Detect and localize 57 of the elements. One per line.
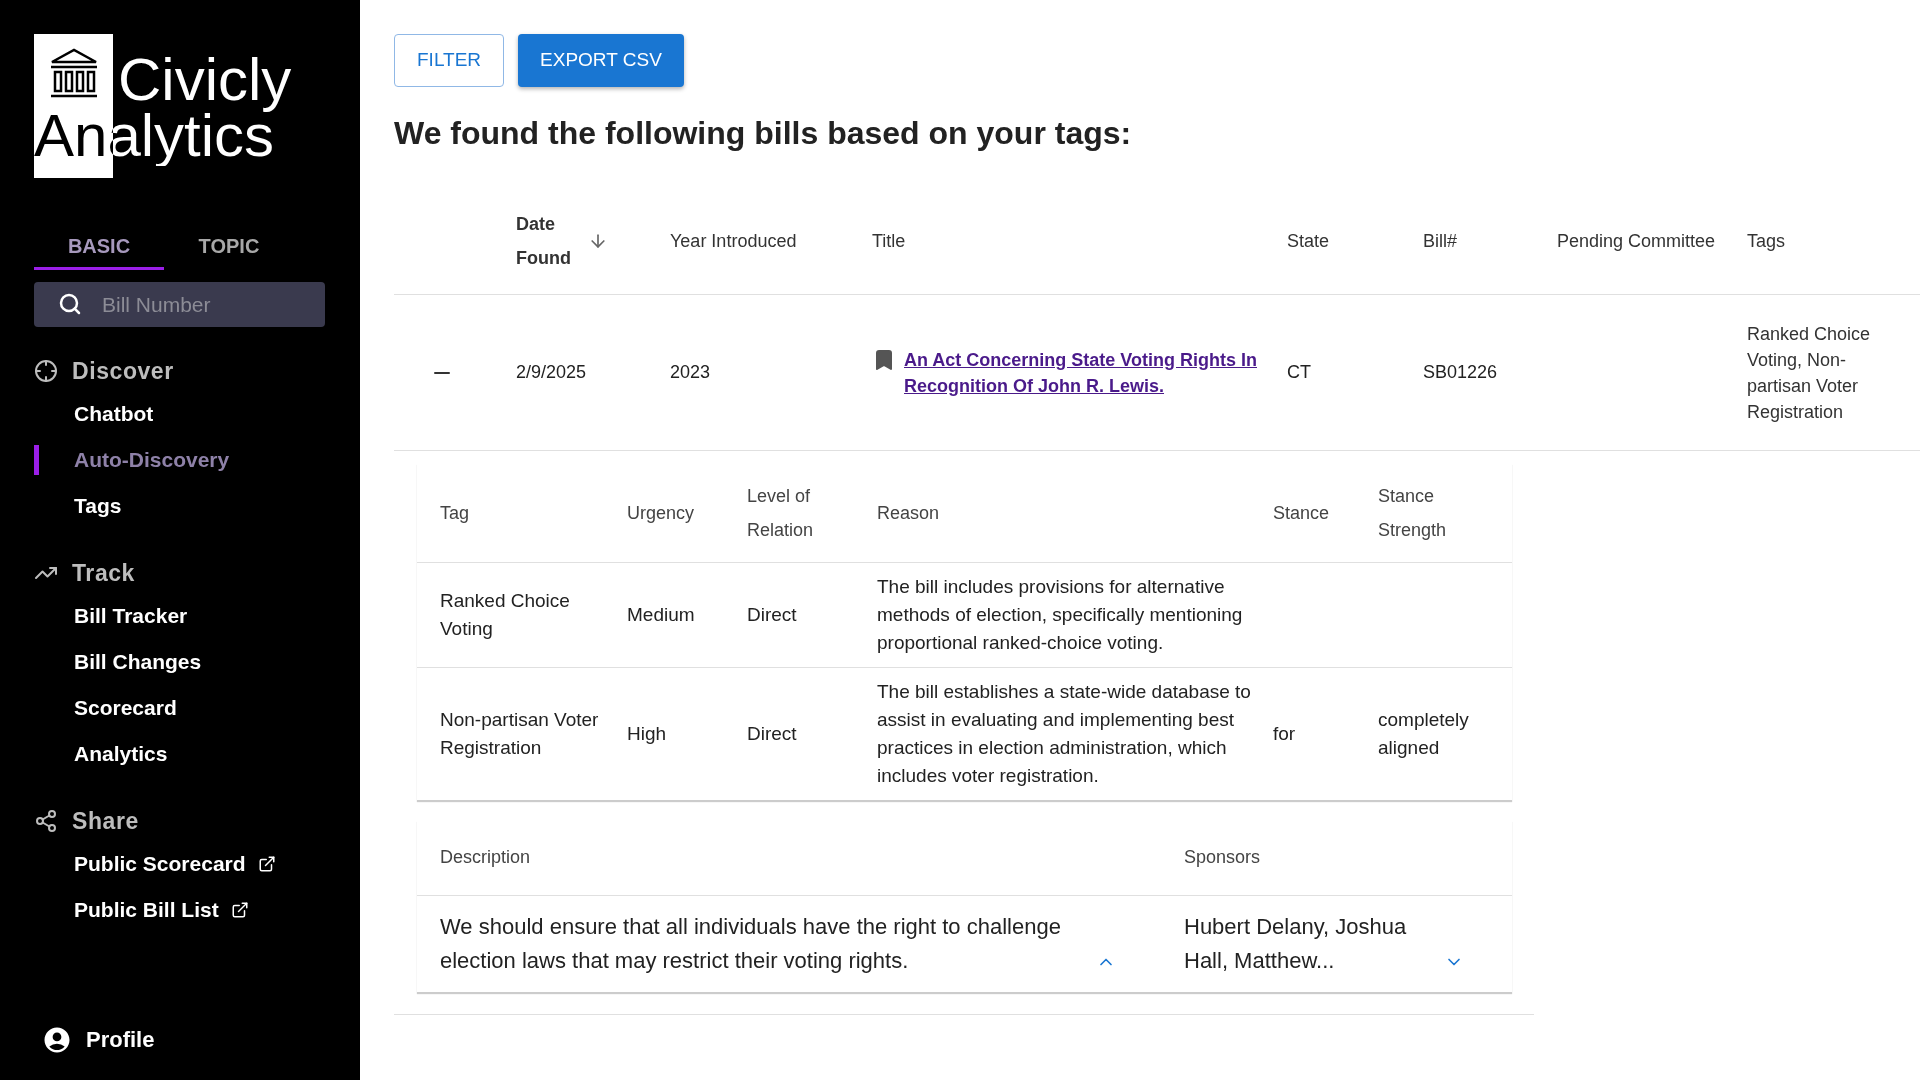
column-header[interactable]: Tags — [1747, 223, 1786, 258]
nav-link[interactable]: Bill Changes — [74, 646, 202, 678]
nav-link[interactable]: Chatbot — [74, 398, 154, 430]
nav-link[interactable]: Public Bill List — [74, 894, 219, 926]
section-heading: Discover — [72, 356, 174, 386]
table-cell-text: Direct — [747, 722, 798, 746]
sponsors-text: Hubert Delany, Joshua Hall, Matthew... — [1184, 913, 1408, 975]
table-cell-text: for — [1273, 722, 1297, 746]
sidebar-tab[interactable]: TOPIC — [164, 224, 294, 270]
table-cell-text: CT — [1287, 361, 1312, 384]
sidebar-tab[interactable]: BASIC — [34, 224, 164, 270]
section-heading: Track — [72, 558, 135, 588]
table-cell-text: SB01226 — [1423, 361, 1499, 384]
column-header[interactable]: State — [1287, 223, 1330, 258]
search-icon — [58, 292, 82, 316]
nav-link[interactable]: Scorecard — [74, 692, 177, 724]
profile-link[interactable]: Profile — [86, 1023, 155, 1056]
table-cell-text: 2/9/2025 — [516, 361, 588, 384]
nav-link[interactable]: Bill Tracker — [74, 600, 188, 632]
table-cell-text: Direct — [747, 603, 798, 627]
bill-title-link[interactable]: An Act Concerning State Voting Rights In Recognition Of John R. Lewis. — [904, 346, 1263, 399]
column-header: Sponsors — [1184, 846, 1262, 869]
nav-link[interactable]: Analytics — [74, 738, 168, 770]
external-link-icon[interactable] — [257, 855, 276, 873]
description-text: We should ensure that all individuals have the right to challenge election laws that may restrict their voting rights. — [440, 913, 1062, 975]
column-header: Level of Relation — [747, 484, 815, 542]
table-cell-text: Ranked Choice Voting, Non-partisan Voter Registration — [1747, 322, 1872, 424]
table-cell-text: 2023 — [670, 361, 712, 384]
column-header: Stance — [1273, 501, 1331, 525]
column-header[interactable]: Title — [872, 223, 906, 258]
column-header: Tag — [439, 501, 471, 525]
table-cell-text: High — [627, 722, 668, 746]
table-cell-text: The bill establishes a state-wide database to assist in evaluating and implementing best practices in election administration, which includes voter registration. — [877, 680, 1252, 788]
page-heading: We found the following bills based on your tags: — [394, 114, 1133, 153]
external-link-icon[interactable] — [230, 901, 249, 919]
column-header: Stance Strength — [1378, 484, 1448, 542]
column-header[interactable]: Year Introduced — [670, 223, 797, 258]
column-header: Urgency — [627, 501, 696, 525]
toolbar-button[interactable]: EXPORT CSV — [518, 34, 684, 87]
toolbar-button[interactable]: FILTER — [394, 34, 505, 87]
nav-link[interactable]: Tags — [74, 490, 122, 522]
nav-link[interactable]: Public Scorecard — [74, 848, 246, 880]
table-cell-text: The bill includes provisions for alternative methods of election, specifically mentioning proportional ranked-choice voting. — [877, 575, 1244, 655]
table-cell-text: completely aligned — [1378, 708, 1470, 760]
column-header: Description — [439, 846, 532, 869]
column-header[interactable]: Bill# — [1423, 223, 1457, 258]
nav-link[interactable]: Auto-Discovery — [74, 444, 230, 476]
column-header[interactable]: Date Found — [516, 206, 578, 275]
table-cell-text: Medium — [627, 603, 696, 627]
column-header: Reason — [877, 501, 941, 525]
section-heading: Share — [72, 806, 139, 836]
table-cell-text: Ranked Choice Voting — [439, 589, 571, 641]
column-header[interactable]: Pending Committee — [1557, 223, 1716, 258]
search-field[interactable]: Bill Number — [34, 282, 325, 327]
crosshair-icon — [34, 359, 58, 383]
table-cell-text: Non-partisan Voter Registration — [439, 708, 600, 760]
share-icon — [34, 809, 58, 833]
